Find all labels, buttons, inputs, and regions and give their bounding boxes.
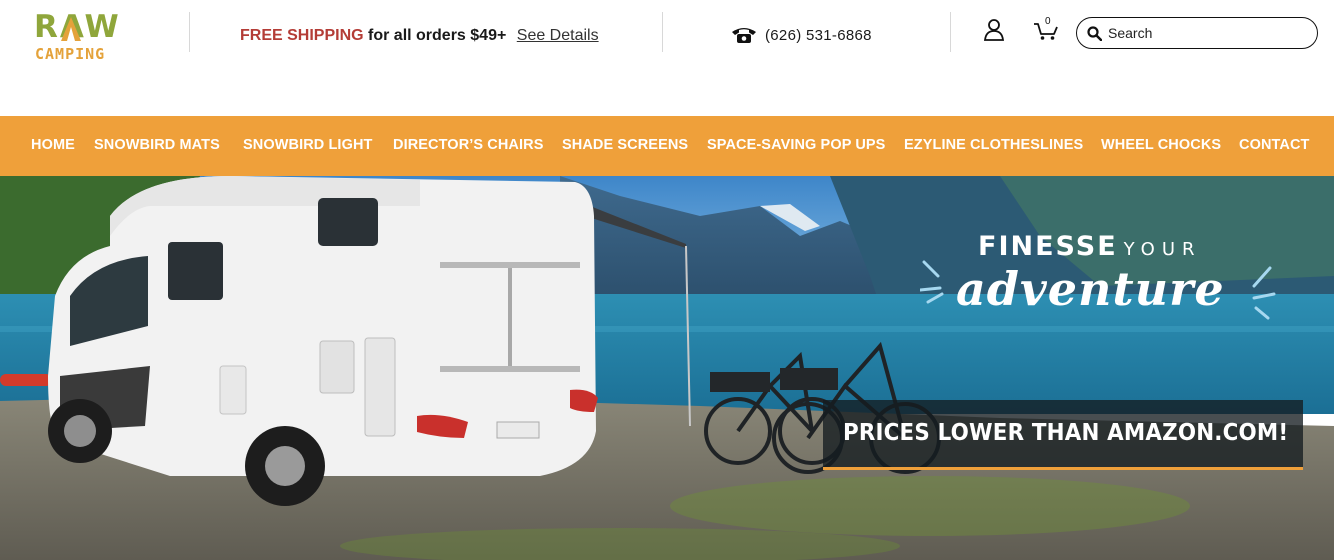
site-logo[interactable]: RAW CAMPING <box>30 10 130 68</box>
account-button[interactable] <box>982 18 1006 42</box>
sparkle-left-icon <box>920 260 944 304</box>
price-banner-text: PRICES LOWER THAN AMAZON.COM! <box>843 420 1289 446</box>
hero-tagline: FINESSE YOUR <box>978 231 1202 262</box>
header-divider <box>950 12 951 52</box>
search-icon <box>1087 25 1102 41</box>
user-icon <box>983 19 1005 41</box>
hero-banner[interactable]: FINESSE YOUR adventure PRICES LOWER THAN … <box>0 176 1334 560</box>
header-divider <box>189 12 190 52</box>
tagline-bold: FINESSE <box>978 231 1118 262</box>
nav-item-snowbird-mats[interactable]: SNOWBIRD MATS <box>94 137 220 153</box>
tagline-script: adventure <box>956 262 1225 316</box>
tagline-light: YOUR <box>1123 239 1202 260</box>
nav-item-contact[interactable]: CONTACT <box>1239 137 1310 153</box>
nav-item-space-saving-pop-ups[interactable]: SPACE-SAVING POP UPS <box>707 137 885 153</box>
header-divider <box>662 12 663 52</box>
nav-item-directors-chairs[interactable]: DIRECTOR’S CHAIRS <box>393 137 543 153</box>
nav-item-shade-screens[interactable]: SHADE SCREENS <box>562 137 688 153</box>
search-box[interactable] <box>1076 17 1318 49</box>
search-input[interactable] <box>1108 25 1308 41</box>
cart-count: 0 <box>1045 16 1051 27</box>
shipping-promo: FREE SHIPPING for all orders $49+ See De… <box>240 26 599 46</box>
nav-item-ezyline-clotheslines[interactable]: EZYLINE CLOTHESLINES <box>904 137 1083 153</box>
cart-button[interactable]: 0 <box>1033 16 1061 42</box>
sparkle-right-icon <box>1252 266 1276 320</box>
phone-contact[interactable]: (626) 531-6868 <box>731 24 872 46</box>
phone-number: (626) 531-6868 <box>765 26 872 44</box>
promo-text: for all orders $49+ <box>363 27 507 44</box>
promo-highlight: FREE SHIPPING <box>240 27 364 44</box>
price-banner: PRICES LOWER THAN AMAZON.COM! <box>823 400 1303 470</box>
main-nav: HOME SNOWBIRD MATS SNOWBIRD LIGHT DIRECT… <box>0 116 1334 176</box>
nav-item-snowbird-light[interactable]: SNOWBIRD LIGHT <box>243 137 372 153</box>
logo-subtitle: CAMPING <box>35 45 106 63</box>
phone-icon <box>732 28 756 43</box>
site-header: RAW CAMPING FREE SHIPPING for all orders… <box>0 0 1334 116</box>
nav-item-home[interactable]: HOME <box>31 137 75 153</box>
tent-icon <box>61 17 81 41</box>
see-details-link[interactable]: See Details <box>517 27 599 44</box>
nav-item-wheel-chocks[interactable]: WHEEL CHOCKS <box>1101 137 1221 153</box>
